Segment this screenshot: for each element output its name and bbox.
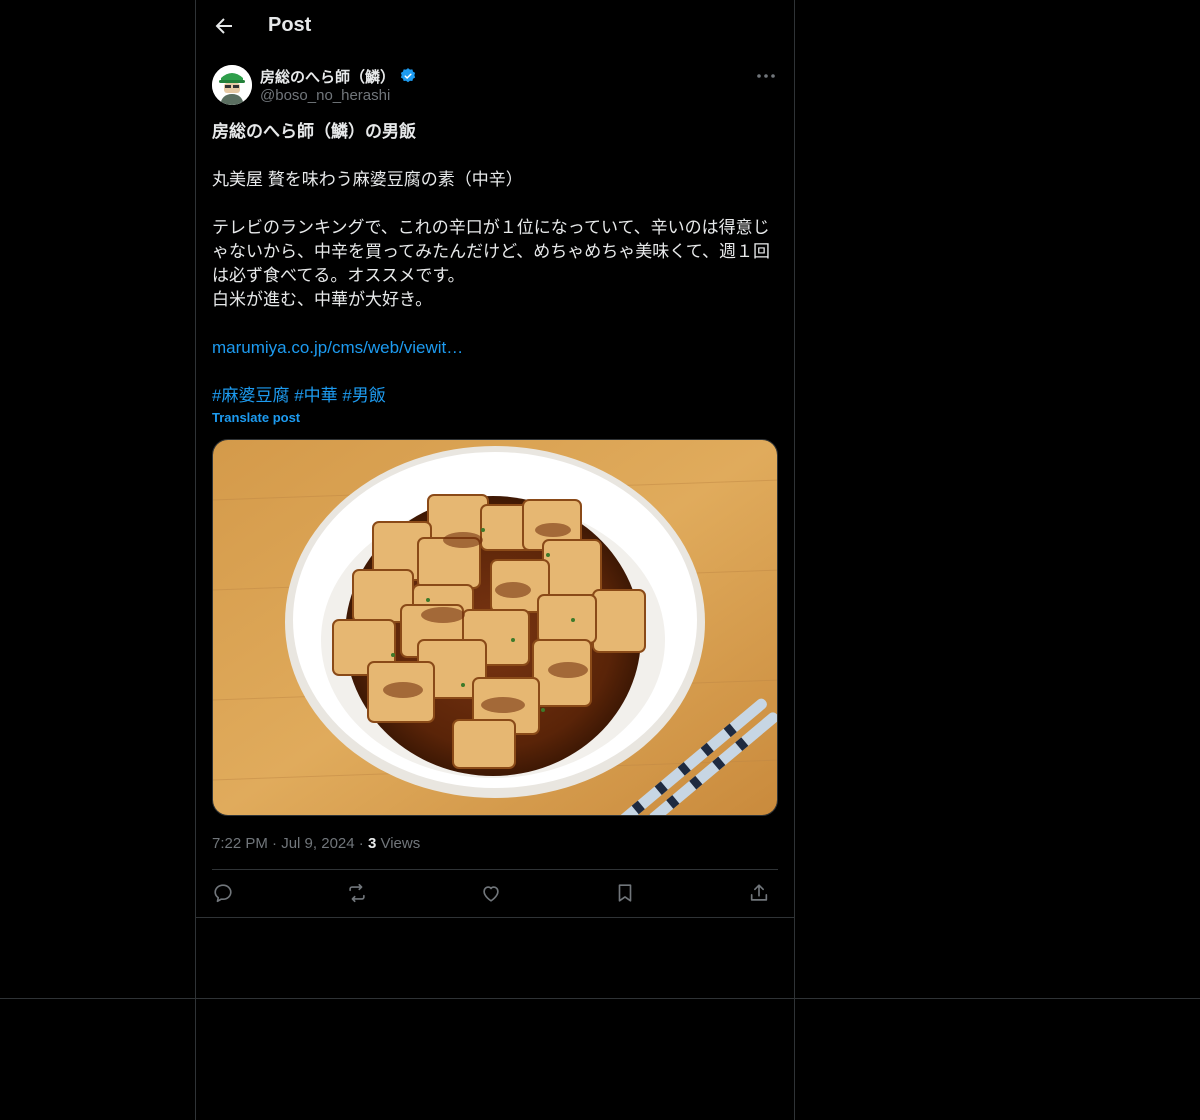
views-label: Views bbox=[380, 835, 421, 852]
hashtag[interactable]: #麻婆豆腐 bbox=[212, 386, 289, 405]
like-icon[interactable] bbox=[480, 882, 502, 904]
hashtag[interactable]: #男飯 bbox=[342, 386, 385, 405]
hashtag-list: #麻婆豆腐 #中華 #男飯 bbox=[212, 384, 778, 408]
repost-icon[interactable] bbox=[346, 882, 368, 904]
author-name[interactable]: 房総のへら師（鱗） bbox=[260, 66, 417, 87]
post-title-line: 房総のへら師（鱗）の男飯 bbox=[212, 122, 416, 141]
meta-separator: · bbox=[358, 835, 364, 852]
post-meta: 7:22 PM · Jul 9, 2024 · 3 Views bbox=[212, 835, 420, 852]
mapo-tofu-photo bbox=[213, 440, 777, 815]
post-date[interactable]: Jul 9, 2024 bbox=[281, 835, 354, 852]
post-author: 房総のへら師（鱗） @boso_no_herashi bbox=[212, 64, 778, 108]
author-name-text: 房総のへら師（鱗） bbox=[260, 69, 396, 86]
post-time[interactable]: 7:22 PM bbox=[212, 835, 268, 852]
post-bottom-border bbox=[196, 917, 794, 918]
post-link[interactable]: marumiya.co.jp/cms/web/viewit… bbox=[212, 338, 463, 357]
post-text: 房総のへら師（鱗）の男飯 丸美屋 贅を味わう麻婆豆腐の素（中辛） テレビのランキ… bbox=[212, 120, 778, 408]
post-actions bbox=[212, 870, 778, 918]
post-header: Post bbox=[196, 0, 794, 53]
page-title: Post bbox=[268, 14, 312, 36]
avatar[interactable] bbox=[212, 65, 252, 105]
post-image[interactable] bbox=[212, 439, 778, 816]
bookmark-icon[interactable] bbox=[614, 882, 636, 904]
post-paragraph: テレビのランキングで、これの辛口が１位になっていて、辛いのは得意じゃないから、中… bbox=[212, 218, 770, 285]
reply-icon[interactable] bbox=[212, 882, 234, 904]
translate-post-link[interactable]: Translate post bbox=[212, 410, 300, 425]
main-column: Post 房総のへら師（鱗） @boso_no_herashi 房総のへら師（鱗… bbox=[195, 0, 795, 1120]
post-paragraph: 白米が進む、中華が大好き。 bbox=[212, 290, 433, 309]
author-handle[interactable]: @boso_no_herashi bbox=[260, 87, 390, 104]
arrow-left-icon[interactable] bbox=[212, 14, 236, 38]
more-icon[interactable] bbox=[754, 64, 778, 88]
post-product-line: 丸美屋 贅を味わう麻婆豆腐の素（中辛） bbox=[212, 170, 523, 189]
share-icon[interactable] bbox=[748, 882, 770, 904]
hashtag[interactable]: #中華 bbox=[294, 386, 337, 405]
verified-badge-icon bbox=[400, 68, 416, 83]
meta-separator: · bbox=[272, 835, 278, 852]
views-count: 3 bbox=[367, 835, 377, 852]
